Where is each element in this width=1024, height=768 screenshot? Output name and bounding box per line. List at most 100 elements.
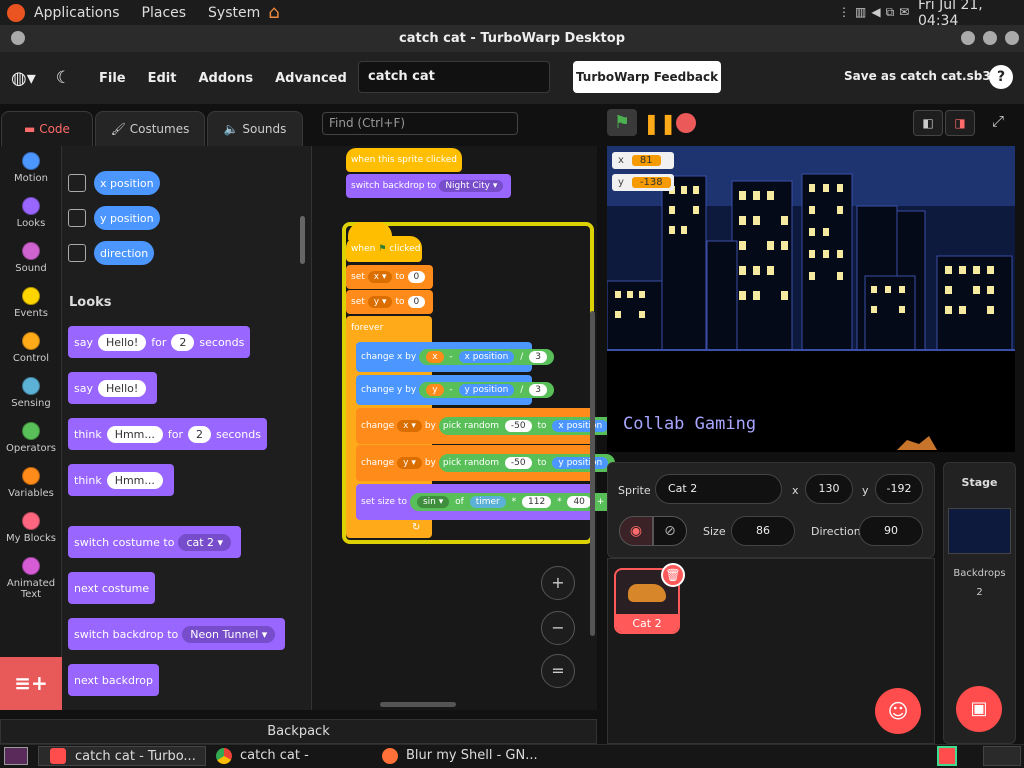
maximize-icon[interactable] <box>983 31 997 45</box>
show-sprite-button[interactable]: ◉ <box>619 516 653 546</box>
set-y-block[interactable]: set y ▾ to 0 <box>346 290 434 314</box>
close-icon[interactable] <box>1005 31 1019 45</box>
divisor-input[interactable]: 3 <box>529 384 547 396</box>
theme-moon-icon[interactable]: ☾ <box>56 68 71 88</box>
system-menu[interactable]: System <box>208 5 260 21</box>
home-icon[interactable]: ⌂ <box>268 2 279 23</box>
stop-button[interactable] <box>676 113 696 133</box>
menu-file[interactable]: File <box>99 71 126 86</box>
next-backdrop-block[interactable]: next backdrop <box>68 664 159 696</box>
change-var-x-block[interactable]: change x ▾ by pick random -50 to x posit… <box>356 408 616 444</box>
variable-dropdown[interactable]: y ▾ <box>367 296 393 308</box>
think-message-input[interactable]: Hmm... <box>106 471 163 489</box>
palette-scrollbar[interactable] <box>300 216 305 264</box>
y-input[interactable]: -192 <box>875 474 923 504</box>
category-variables[interactable]: Variables <box>0 467 62 499</box>
x-variable[interactable]: x <box>426 351 444 363</box>
x-monitor[interactable]: x 81 <box>612 152 674 169</box>
random-from-input[interactable]: -50 <box>504 420 532 432</box>
globe-icon[interactable]: ◍▾ <box>11 68 36 89</box>
y-monitor[interactable]: y -138 <box>612 174 674 191</box>
script-area[interactable]: when this sprite clicked switch backdrop… <box>312 146 635 710</box>
y-position-reporter[interactable]: y position <box>552 457 609 469</box>
change-var-y-block[interactable]: change y ▾ by pick random -50 to y posit… <box>356 445 616 481</box>
zoom-in-button[interactable]: + <box>541 566 575 600</box>
category-sensing[interactable]: Sensing <box>0 377 62 409</box>
seconds-input[interactable]: 2 <box>171 333 195 351</box>
say-for-block[interactable]: say Hello! for 2 seconds <box>68 326 251 358</box>
show-desktop-icon[interactable] <box>4 747 28 765</box>
switch-backdrop-block[interactable]: switch backdrop to Neon Tunnel ▾ <box>68 618 286 650</box>
math-operator[interactable]: sin ▾ of timer * 112 * 40 + 5 <box>409 493 635 511</box>
project-title-input[interactable]: catch cat <box>358 61 550 93</box>
divisor-input[interactable]: 3 <box>529 351 547 363</box>
pause-button[interactable]: ❚❚ <box>643 113 677 133</box>
direction-checkbox[interactable] <box>68 244 86 262</box>
zoom-out-button[interactable]: − <box>541 611 575 645</box>
variable-dropdown[interactable]: y ▾ <box>397 457 422 469</box>
small-stage-button[interactable]: ◧ <box>913 110 943 136</box>
y-position-checkbox[interactable] <box>68 209 86 227</box>
function-dropdown[interactable]: sin ▾ <box>416 496 450 508</box>
reporter-x-position[interactable]: x position <box>94 171 160 195</box>
think-message-input[interactable]: Hmm... <box>106 425 163 443</box>
seconds-input[interactable]: 2 <box>188 425 212 443</box>
save-as-button[interactable]: Save as catch cat.sb3 <box>844 69 991 83</box>
find-input[interactable]: Find (Ctrl+F) <box>322 112 518 135</box>
add-sprite-button[interactable]: ☺ <box>875 688 921 734</box>
window-menu-icon[interactable] <box>11 31 25 45</box>
menu-edit[interactable]: Edit <box>148 71 177 86</box>
menu-addons[interactable]: Addons <box>198 71 253 86</box>
category-control[interactable]: Control <box>0 332 62 364</box>
delete-sprite-button[interactable]: 🗑 <box>661 563 685 587</box>
zoom-reset-button[interactable]: = <box>541 654 575 688</box>
backpack-header[interactable]: Backpack <box>0 719 597 744</box>
y-position-reporter[interactable]: y position <box>458 384 515 396</box>
help-button[interactable]: ? <box>989 65 1013 89</box>
tray-icons[interactable]: ⋮▥◀⧉✉ <box>838 5 914 20</box>
next-costume-block[interactable]: next costume <box>68 572 156 604</box>
think-block[interactable]: think Hmm... <box>68 464 174 496</box>
stage-canvas[interactable]: Collab Gaming <box>607 146 1015 452</box>
think-for-block[interactable]: think Hmm... for 2 seconds <box>68 418 267 450</box>
x-position-reporter[interactable]: x position <box>458 351 515 363</box>
say-message-input[interactable]: Hello! <box>97 333 147 351</box>
timer-reporter[interactable]: timer <box>469 496 506 508</box>
x-input[interactable]: 130 <box>805 474 853 504</box>
change-y-block[interactable]: change y by y - y position / 3 <box>356 375 554 405</box>
ubuntu-logo-icon[interactable] <box>7 3 25 22</box>
switch-backdrop-block[interactable]: switch backdrop to Night City ▾ <box>346 174 512 198</box>
taskbar-item-firefox[interactable]: Blur my Shell - GN... <box>380 746 550 766</box>
add-extension-button[interactable]: ≡+ <box>0 657 62 710</box>
menu-advanced[interactable]: Advanced <box>275 71 347 86</box>
set-size-block[interactable]: set size to sin ▾ of timer * 112 * 40 + … <box>356 484 635 520</box>
hide-sprite-button[interactable]: ⊘ <box>653 516 687 546</box>
tab-sounds[interactable]: 🔈 Sounds <box>207 111 303 147</box>
minimize-icon[interactable] <box>961 31 975 45</box>
variable-dropdown[interactable]: x ▾ <box>367 271 393 283</box>
reporter-direction[interactable]: direction <box>94 241 155 265</box>
large-stage-button[interactable]: ◨ <box>945 110 975 136</box>
tab-costumes[interactable]: 🖌 Costumes <box>95 111 205 147</box>
backdrop-dropdown[interactable]: Night City ▾ <box>439 180 504 192</box>
direction-input[interactable]: 90 <box>859 516 923 546</box>
category-my-blocks[interactable]: My Blocks <box>0 512 62 544</box>
number-input[interactable]: 112 <box>522 496 552 508</box>
workspace-switcher[interactable] <box>983 746 1021 766</box>
reporter-y-position[interactable]: y position <box>94 206 160 230</box>
script-horizontal-scrollbar[interactable] <box>380 702 456 707</box>
subtract-operator[interactable]: y - y position / 3 <box>419 382 554 398</box>
say-block[interactable]: say Hello! <box>68 372 158 404</box>
script-vertical-scrollbar[interactable] <box>590 311 595 636</box>
category-events[interactable]: Events <box>0 287 62 319</box>
category-operators[interactable]: Operators <box>0 422 62 454</box>
value-input[interactable]: 0 <box>407 271 426 283</box>
category-sound[interactable]: Sound <box>0 242 62 274</box>
value-input[interactable]: 0 <box>407 296 426 308</box>
say-message-input[interactable]: Hello! <box>97 379 147 397</box>
switch-costume-block[interactable]: switch costume to cat 2 ▾ <box>68 526 242 558</box>
applications-menu[interactable]: Applications <box>34 5 120 21</box>
add-backdrop-button[interactable]: ▣ <box>956 686 1002 732</box>
backdrop-dropdown[interactable]: Neon Tunnel ▾ <box>182 625 276 643</box>
random-from-input[interactable]: -50 <box>504 457 532 469</box>
